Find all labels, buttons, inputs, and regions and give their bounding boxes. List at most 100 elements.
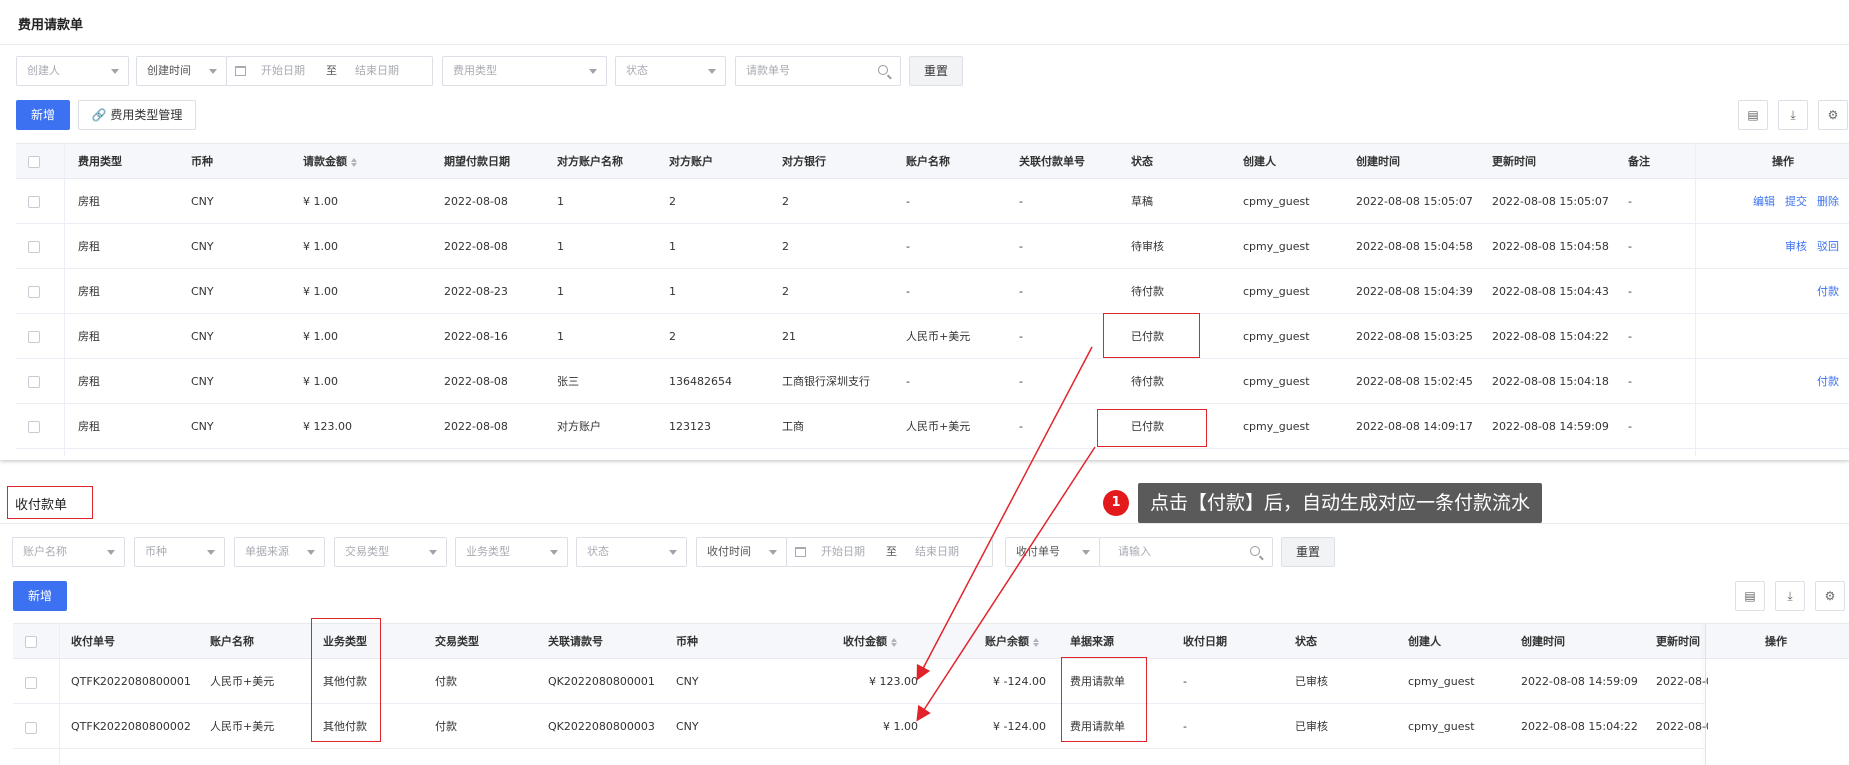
pay-time-select[interactable]: 收付时间: [696, 537, 787, 567]
fee-type-manage-button[interactable]: 🔗 费用类型管理: [78, 100, 196, 130]
start-date-input[interactable]: 开始日期: [261, 57, 305, 85]
pay-time-label: 收付时间: [707, 545, 751, 558]
reset-button[interactable]: 重置: [909, 56, 963, 86]
cell-counterparty-account: 123123: [669, 420, 711, 433]
col-account-name: 账户名称: [906, 155, 950, 168]
row-checkbox[interactable]: [25, 677, 37, 689]
reset-button[interactable]: 重置: [1281, 537, 1335, 567]
row-checkbox[interactable]: [28, 196, 40, 208]
row-checkbox[interactable]: [28, 241, 40, 253]
cell-counterparty-account: 2: [669, 195, 676, 208]
annotation-callout: 点击【付款】后，自动生成对应一条付款流水: [1138, 483, 1543, 523]
doc-source-select[interactable]: 单据来源: [234, 537, 325, 567]
cell-remark: -: [1628, 285, 1632, 298]
columns-icon[interactable]: ▤: [1738, 100, 1768, 130]
cell-expected-date: 2022-08-16: [444, 330, 508, 343]
row-checkbox[interactable]: [28, 376, 40, 388]
action-link[interactable]: 删除: [1817, 195, 1839, 208]
start-date-input[interactable]: 开始日期: [821, 538, 865, 566]
row-actions: 编辑 提交 删除: [1743, 179, 1839, 224]
cell-currency: CNY: [191, 330, 214, 343]
col-balance[interactable]: 账户余额: [985, 624, 1039, 660]
cell-expected-date: 2022-08-08: [444, 195, 508, 208]
sort-icon[interactable]: [1033, 637, 1039, 648]
trade-type-select[interactable]: 交易类型: [334, 537, 447, 567]
search-icon[interactable]: [1250, 546, 1260, 556]
col-request-amount-label: 请款金额: [303, 155, 347, 168]
currency-select[interactable]: 币种: [134, 537, 225, 567]
row-checkbox[interactable]: [28, 286, 40, 298]
cell-request-amount: ¥ 123.00: [303, 420, 352, 433]
add-button[interactable]: 新增: [13, 581, 67, 611]
end-date-input[interactable]: 结束日期: [915, 538, 959, 566]
select-all-checkbox[interactable]: [28, 156, 40, 168]
cell-counterparty-bank: 21: [782, 330, 796, 343]
status-select[interactable]: 状态: [576, 537, 687, 567]
action-link[interactable]: 编辑: [1753, 195, 1775, 208]
title-divider: [0, 523, 1849, 524]
fee-type-select[interactable]: 费用类型: [442, 56, 607, 86]
cell-counterparty-name: 张三: [557, 375, 579, 388]
pay-no-select[interactable]: 收付单号: [1005, 537, 1100, 567]
cell-currency: CNY: [676, 675, 699, 688]
row-checkbox[interactable]: [25, 722, 37, 734]
cell-creator: cpmy_guest: [1408, 675, 1475, 688]
add-button[interactable]: 新增: [16, 100, 70, 130]
fee-type-label: 费用类型: [453, 64, 497, 77]
cell-fee-type: 房租: [78, 195, 100, 208]
action-link[interactable]: 驳回: [1817, 240, 1839, 253]
cell-linked-payment-no: -: [1019, 330, 1023, 343]
creator-select[interactable]: 创建人: [16, 56, 129, 86]
col-pay-amount[interactable]: 收付金额: [843, 624, 897, 660]
action-link[interactable]: 付款: [1817, 285, 1839, 298]
cell-pay-no: QTFK2022080800002: [71, 720, 191, 733]
end-date-input[interactable]: 结束日期: [355, 57, 399, 85]
create-time-select[interactable]: 创建时间: [136, 56, 227, 86]
cell-request-amount: ¥ 1.00: [303, 330, 338, 343]
download-icon[interactable]: ⤓: [1775, 581, 1805, 611]
sort-icon[interactable]: [351, 157, 357, 168]
range-separator: 至: [886, 545, 897, 558]
pay-no-input[interactable]: 请输入: [1099, 537, 1273, 567]
cell-created-at: 2022-08-08 15:02:45: [1356, 375, 1473, 388]
cell-linked-request-no: QK2022080800001: [548, 675, 655, 688]
col-account-name: 账户名称: [210, 635, 254, 648]
cell-linked-payment-no: -: [1019, 375, 1023, 388]
row-checkbox[interactable]: [28, 421, 40, 433]
trade-type-label: 交易类型: [345, 545, 389, 558]
col-currency: 币种: [676, 635, 698, 648]
cell-linked-payment-no: -: [1019, 420, 1023, 433]
date-range-picker[interactable]: 开始日期 至 结束日期: [226, 56, 433, 86]
gear-icon[interactable]: ⚙: [1818, 100, 1848, 130]
sort-icon[interactable]: [891, 637, 897, 648]
search-icon[interactable]: [878, 65, 888, 75]
col-updated-at: 更新时间: [1492, 155, 1536, 168]
calendar-icon: [795, 547, 806, 557]
range-separator: 至: [326, 64, 337, 77]
row-checkbox[interactable]: [28, 331, 40, 343]
action-link[interactable]: 提交: [1785, 195, 1807, 208]
cell-created-at: 2022-08-08 15:03:25: [1356, 330, 1473, 343]
request-no-input[interactable]: 请款单号: [735, 56, 901, 86]
account-name-select[interactable]: 账户名称: [12, 537, 125, 567]
action-link[interactable]: 付款: [1817, 375, 1839, 388]
gear-icon[interactable]: ⚙: [1815, 581, 1845, 611]
col-request-amount[interactable]: 请款金额: [303, 144, 357, 180]
columns-icon[interactable]: ▤: [1735, 581, 1765, 611]
cell-counterparty-name: 1: [557, 285, 564, 298]
download-icon[interactable]: ⤓: [1778, 100, 1808, 130]
biz-type-select[interactable]: 业务类型: [455, 537, 568, 567]
chevron-down-icon: [550, 550, 558, 555]
date-range-picker[interactable]: 开始日期 至 结束日期: [786, 537, 993, 567]
cell-currency: CNY: [676, 720, 699, 733]
cell-updated-at: 2022-08-0: [1656, 720, 1708, 733]
col-creator: 创建人: [1243, 155, 1276, 168]
col-actions: 操作: [1765, 635, 1787, 648]
status-select[interactable]: 状态: [615, 56, 726, 86]
cell-currency: CNY: [191, 375, 214, 388]
action-link[interactable]: 审核: [1785, 240, 1807, 253]
doc-source-label: 单据来源: [245, 545, 289, 558]
cell-remark: -: [1628, 375, 1632, 388]
select-all-checkbox[interactable]: [25, 636, 37, 648]
cell-remark: -: [1628, 195, 1632, 208]
